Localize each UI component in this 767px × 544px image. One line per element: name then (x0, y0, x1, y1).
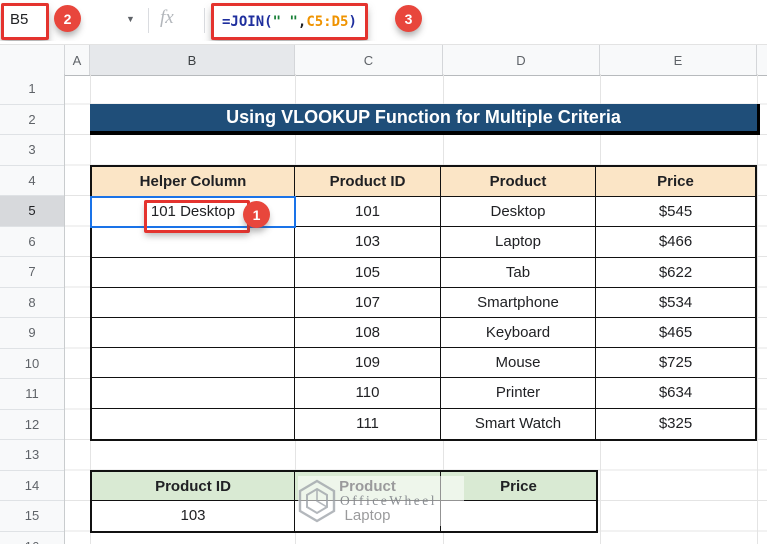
cell-C12[interactable]: 111 (295, 408, 441, 439)
cell-C7[interactable]: 105 (295, 257, 441, 288)
formula-string-arg: " " (272, 14, 298, 30)
formula-function-text: =JOIN( (222, 14, 273, 30)
gridline-e-f (757, 74, 758, 544)
row-header-3[interactable]: 3 (0, 135, 64, 166)
cell-B4[interactable]: Helper Column (92, 167, 295, 198)
cell-D8[interactable]: Smartphone (441, 287, 596, 318)
cell-B8[interactable] (92, 287, 295, 318)
formula-close-paren: ) (348, 14, 357, 30)
cell-B10[interactable] (92, 348, 295, 379)
cell-C9[interactable]: 108 (295, 317, 441, 349)
cell-E12[interactable]: $325 (596, 408, 755, 439)
formula-input[interactable]: =JOIN(" ",C5:D5) (211, 3, 368, 40)
cell-D14[interactable]: Price (441, 472, 596, 502)
row-header-10[interactable]: 10 (0, 349, 64, 379)
cell-D5[interactable]: Desktop (441, 197, 596, 228)
cell-C4[interactable]: Product ID (295, 167, 441, 198)
cell-E4[interactable]: Price (596, 167, 755, 198)
row-header-2[interactable]: 2 (0, 105, 64, 135)
row-header-7[interactable]: 7 (0, 257, 64, 288)
row-header-14[interactable]: 14 (0, 471, 64, 501)
cell-E6[interactable]: $466 (596, 227, 755, 258)
cell-C5[interactable]: 101 (295, 197, 441, 228)
cell-C10[interactable]: 109 (295, 348, 441, 379)
cell-C11[interactable]: 110 (295, 378, 441, 409)
title-cell[interactable]: Using VLOOKUP Function for Multiple Crit… (90, 104, 760, 135)
cell-C14[interactable]: Product (295, 472, 441, 502)
row-header-16[interactable]: 16 (0, 532, 64, 544)
cell-E10[interactable]: $725 (596, 348, 755, 379)
cell-B14[interactable]: Product ID (92, 472, 295, 502)
annotation-rect-cell (144, 200, 250, 233)
namebox-dropdown-icon[interactable]: ▼ (126, 14, 135, 24)
cell-C15[interactable]: Laptop (295, 501, 441, 531)
annotation-step-1-badge: 1 (243, 201, 270, 228)
column-header-f-partial (757, 45, 767, 75)
cell-B9[interactable] (92, 317, 295, 349)
row-header-11[interactable]: 11 (0, 379, 64, 410)
cell-D12[interactable]: Smart Watch (441, 408, 596, 439)
cell-D15[interactable] (441, 501, 596, 531)
annotation-rect-namebox (1, 3, 49, 40)
cell-D7[interactable]: Tab (441, 257, 596, 288)
row-header-6[interactable]: 6 (0, 227, 64, 257)
row-header-8[interactable]: 8 (0, 288, 64, 318)
column-header-a[interactable]: A (65, 45, 90, 75)
formula-range-arg: C5:D5 (306, 14, 349, 30)
row-header-column: 1 2 3 4 5 6 7 8 9 10 11 12 13 14 15 16 (0, 74, 65, 544)
cell-D11[interactable]: Printer (441, 378, 596, 409)
cell-E5[interactable]: $545 (596, 197, 755, 228)
row-header-9[interactable]: 9 (0, 318, 64, 349)
cell-D6[interactable]: Laptop (441, 227, 596, 258)
fx-icon: fx (160, 7, 174, 28)
column-header-e[interactable]: E (600, 45, 757, 75)
row-header-13[interactable]: 13 (0, 440, 64, 471)
cell-C6[interactable]: 103 (295, 227, 441, 258)
cell-E7[interactable]: $622 (596, 257, 755, 288)
cell-E8[interactable]: $534 (596, 287, 755, 318)
spreadsheet-app: B5 2 ▼ fx =JOIN(" ",C5:D5) 3 A B C D E 1… (0, 0, 767, 544)
cell-E11[interactable]: $634 (596, 378, 755, 409)
cell-B7[interactable] (92, 257, 295, 288)
cell-C8[interactable]: 107 (295, 287, 441, 318)
cell-D9[interactable]: Keyboard (441, 317, 596, 349)
annotation-step-3-badge: 3 (395, 5, 422, 32)
row-header-5[interactable]: 5 (0, 196, 64, 227)
cell-B12[interactable] (92, 408, 295, 439)
cell-B15[interactable]: 103 (92, 501, 295, 531)
column-header-b[interactable]: B (90, 45, 295, 75)
lookup-table: Product ID Product Price 103 Laptop (90, 470, 598, 533)
select-all-corner[interactable] (0, 45, 65, 75)
cell-D4[interactable]: Product (441, 167, 596, 198)
column-header-c[interactable]: C (295, 45, 443, 75)
divider (204, 8, 205, 33)
divider (148, 8, 149, 33)
row-header-4[interactable]: 4 (0, 166, 64, 196)
column-header-d[interactable]: D (443, 45, 600, 75)
formula-bar: B5 2 ▼ fx =JOIN(" ",C5:D5) 3 (0, 0, 767, 42)
cell-B11[interactable] (92, 378, 295, 409)
cell-E9[interactable]: $465 (596, 317, 755, 349)
sheet-grid: A B C D E 1 2 3 4 5 6 7 8 9 10 11 12 13 … (0, 41, 767, 544)
row-header-12[interactable]: 12 (0, 410, 64, 440)
row-header-15[interactable]: 15 (0, 501, 64, 532)
annotation-step-2-badge: 2 (54, 5, 81, 32)
cell-D10[interactable]: Mouse (441, 348, 596, 379)
row-header-1[interactable]: 1 (0, 74, 64, 105)
column-header-row: A B C D E (0, 44, 767, 76)
